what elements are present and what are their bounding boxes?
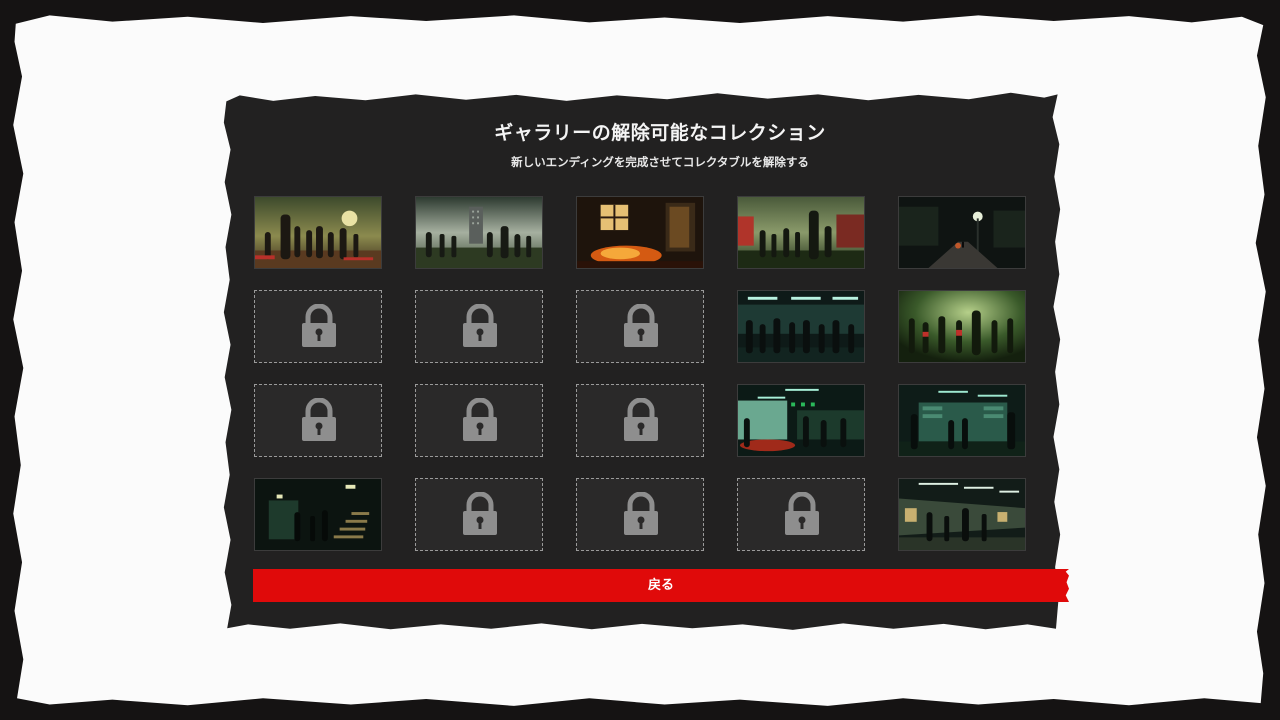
zombies-green-forest-image xyxy=(899,291,1025,362)
gallery-tile-2[interactable] xyxy=(415,196,543,269)
gallery-tile-1[interactable] xyxy=(254,196,382,269)
gallery-subtitle: 新しいエンディングを完成させてコレクタブルを解除する xyxy=(511,155,809,169)
padlock-icon xyxy=(302,304,336,347)
night-street-lamp-image xyxy=(899,197,1025,268)
zombies-supermarket-image xyxy=(738,385,864,456)
zombies-store-aisle-image xyxy=(899,385,1025,456)
padlock-icon xyxy=(624,398,658,441)
padlock-icon xyxy=(302,398,336,441)
burning-room-window-image xyxy=(577,197,703,268)
gallery-tile-12[interactable] xyxy=(415,384,543,457)
gallery-tile-13[interactable] xyxy=(576,384,704,457)
gallery-tile-20[interactable] xyxy=(898,478,1026,551)
zombie-horde-red-houses-image xyxy=(738,197,864,268)
gallery-tile-19[interactable] xyxy=(737,478,865,551)
back-button[interactable]: 戻る xyxy=(253,569,1069,602)
gallery-grid xyxy=(254,196,1026,551)
gallery-tile-9[interactable] xyxy=(737,290,865,363)
gallery-tile-14[interactable] xyxy=(737,384,865,457)
zombie-horde-city-tower-image xyxy=(416,197,542,268)
gallery-tile-4[interactable] xyxy=(737,196,865,269)
padlock-icon xyxy=(624,304,658,347)
zombies-subway-station-image xyxy=(738,291,864,362)
padlock-icon xyxy=(463,398,497,441)
gallery-tile-17[interactable] xyxy=(415,478,543,551)
gallery-tile-6[interactable] xyxy=(254,290,382,363)
gallery-tile-7[interactable] xyxy=(415,290,543,363)
dark-stairwell-lights-image xyxy=(255,479,381,550)
zombies-mall-corridor-image xyxy=(899,479,1025,550)
gallery-tile-5[interactable] xyxy=(898,196,1026,269)
gallery-tile-11[interactable] xyxy=(254,384,382,457)
gallery-tile-3[interactable] xyxy=(576,196,704,269)
padlock-icon xyxy=(624,492,658,535)
gallery-title: ギャラリーの解除可能なコレクション xyxy=(494,122,826,144)
gallery-tile-16[interactable] xyxy=(254,478,382,551)
padlock-icon xyxy=(785,492,819,535)
gallery-tile-8[interactable] xyxy=(576,290,704,363)
padlock-icon xyxy=(463,492,497,535)
padlock-icon xyxy=(463,304,497,347)
gallery-tile-10[interactable] xyxy=(898,290,1026,363)
gallery-tile-18[interactable] xyxy=(576,478,704,551)
gallery-tile-15[interactable] xyxy=(898,384,1026,457)
zombie-horde-moon-field-image xyxy=(255,197,381,268)
